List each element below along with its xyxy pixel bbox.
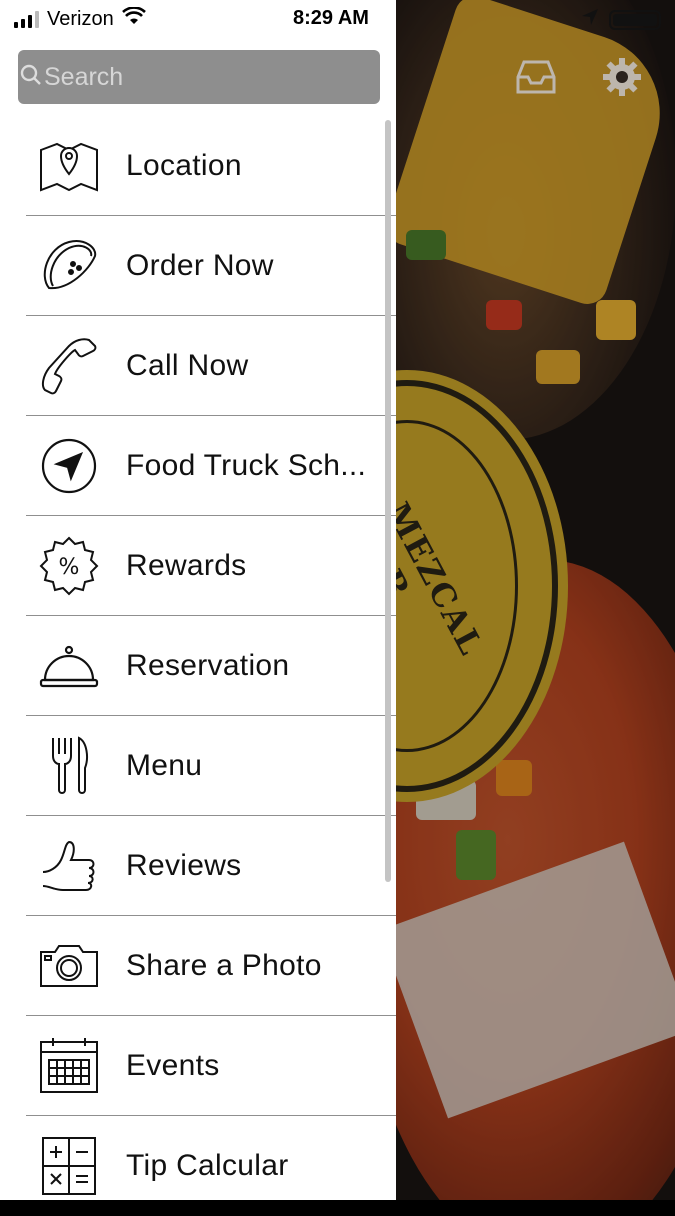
menu-item-order-now[interactable]: Order Now [26, 216, 396, 316]
menu-item-location[interactable]: Location [26, 116, 396, 216]
camera-icon [38, 935, 100, 997]
scrollbar[interactable] [385, 120, 391, 882]
map-pin-icon [38, 135, 100, 197]
menu-item-label: Call Now [126, 348, 249, 382]
navigation-arrow-icon [38, 435, 100, 497]
menu-item-rewards[interactable]: % Rewards [26, 516, 396, 616]
menu-item-food-truck-schedule[interactable]: Food Truck Sch... [26, 416, 396, 516]
cloche-icon [38, 635, 100, 697]
status-bar: Verizon 8:29 AM [0, 0, 396, 38]
side-drawer: Verizon 8:29 AM Search Location Order No… [0, 0, 396, 1200]
menu-item-label: Rewards [126, 548, 247, 582]
menu-item-events[interactable]: Events [26, 1016, 396, 1116]
location-arrow-icon [581, 8, 599, 31]
fork-knife-icon [38, 735, 100, 797]
search-bar[interactable] [18, 50, 380, 104]
menu-item-reservation[interactable]: Reservation [26, 616, 396, 716]
menu-item-call-now[interactable]: Call Now [26, 316, 396, 416]
menu-item-label: Reservation [126, 648, 290, 682]
menu-item-label: Events [126, 1048, 220, 1082]
inbox-icon[interactable] [513, 54, 559, 100]
wifi-icon [121, 6, 146, 31]
percent-badge-icon: % [38, 535, 100, 597]
menu-item-tip-calculator[interactable]: Tip Calcular [26, 1116, 396, 1216]
menu-item-label: Tip Calcular [126, 1149, 289, 1182]
menu-item-menu[interactable]: Menu [26, 716, 396, 816]
phone-icon [38, 335, 100, 397]
calculator-icon [38, 1135, 100, 1197]
drawer-menu: Location Order Now Call Now Food Truck S… [26, 116, 396, 1216]
gear-icon[interactable] [599, 54, 645, 100]
status-right [581, 8, 661, 31]
menu-item-label: Location [126, 148, 242, 182]
taco-icon [38, 235, 100, 297]
svg-text:%: % [59, 555, 80, 580]
thumbs-up-icon [38, 835, 100, 897]
menu-item-label: Reviews [126, 848, 242, 882]
search-icon [20, 64, 42, 91]
background-app-content: MEZCAL BAR apa [396, 0, 675, 1200]
menu-item-label: Food Truck Sch... [126, 448, 367, 482]
status-time: 8:29 AM [293, 7, 369, 29]
menu-item-reviews[interactable]: Reviews [26, 816, 396, 916]
carrier-name: Verizon [47, 7, 114, 30]
menu-item-label: Share a Photo [126, 948, 322, 982]
menu-item-label: Menu [126, 748, 203, 782]
search-input[interactable] [44, 62, 364, 92]
calendar-icon [38, 1035, 100, 1097]
menu-item-label: Order Now [126, 248, 274, 282]
battery-icon [609, 9, 661, 30]
signal-icon [14, 10, 39, 28]
menu-item-share-photo[interactable]: Share a Photo [26, 916, 396, 1016]
